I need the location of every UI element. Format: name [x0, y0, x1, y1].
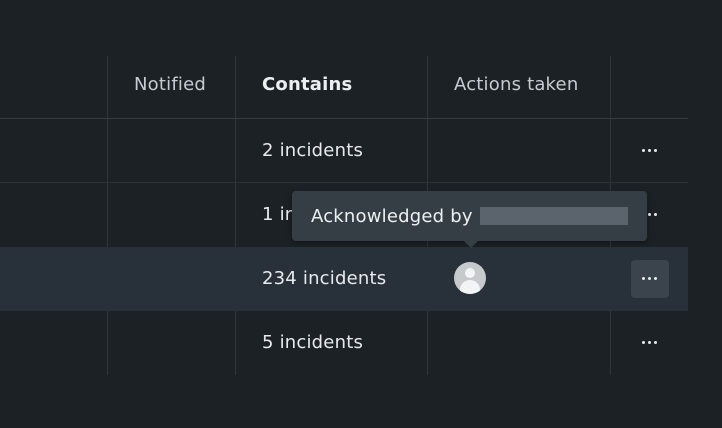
- contains-cell: 234 incidents: [262, 268, 387, 289]
- row-menu-button[interactable]: [631, 132, 669, 170]
- user-avatar-icon[interactable]: [454, 262, 486, 294]
- contains-cell: 5 incidents: [262, 332, 364, 353]
- ellipsis-horizontal-icon: [641, 149, 659, 153]
- column-header-contains[interactable]: Contains: [262, 74, 352, 95]
- column-header-actions-taken[interactable]: Actions taken: [454, 74, 578, 95]
- tooltip-arrow: [464, 241, 478, 248]
- row-menu-button[interactable]: [631, 260, 669, 298]
- ellipsis-horizontal-icon: [641, 341, 659, 345]
- acknowledged-by-tooltip: Acknowledged by: [292, 191, 647, 248]
- tooltip-label: Acknowledged by: [311, 206, 473, 227]
- column-header-notified[interactable]: Notified: [134, 74, 206, 95]
- contains-cell: 2 incidents: [262, 140, 364, 161]
- redacted-user-name: [480, 207, 628, 225]
- table-row[interactable]: 5 incidents: [0, 311, 688, 375]
- ellipsis-horizontal-icon: [641, 277, 659, 281]
- table-row[interactable]: 2 incidents: [0, 119, 688, 183]
- incident-groups-table: Notified Contains Actions taken 2 incide…: [0, 0, 688, 428]
- table-row-hovered[interactable]: 234 incidents: [0, 247, 688, 311]
- row-menu-button[interactable]: [631, 324, 669, 362]
